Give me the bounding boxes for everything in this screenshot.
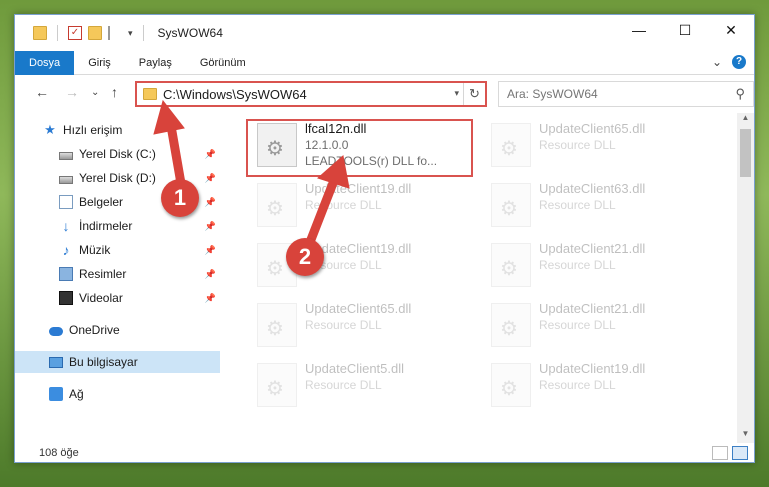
step-marker-1: 1: [161, 179, 199, 217]
step-marker-2: 2: [286, 238, 324, 276]
arrow-head-1: [153, 99, 185, 135]
arrow-head-2: [317, 155, 350, 189]
annotation-arrows: [153, 99, 350, 260]
